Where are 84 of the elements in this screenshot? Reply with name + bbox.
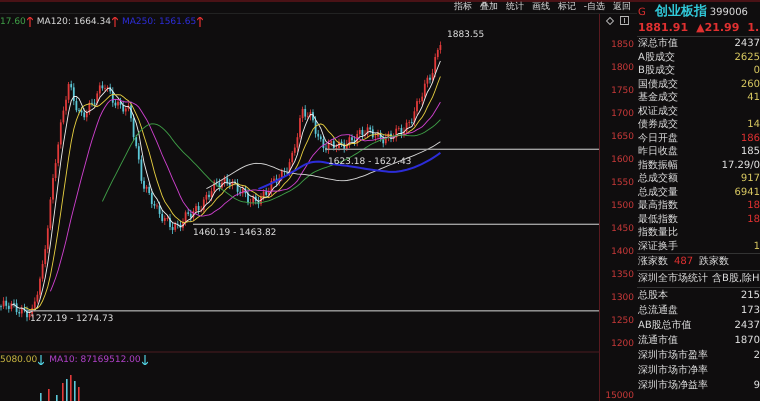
stat-value: 1870 [734,334,760,348]
indicator-value: MA120: 1664.34 [36,17,111,27]
index-name: 创业板指 [654,3,707,20]
indicator-value: MA250: 1561.65 [122,17,196,27]
stat-value: 9 [754,379,760,393]
toolbar-button[interactable]: 指标 [450,2,476,13]
price-change: ▲21.99 [696,21,740,34]
stat-label: 国债成交 [638,78,678,91]
stat-value: 0 [754,64,760,78]
axis-label: 1250 [611,316,634,326]
stat-value: 14 [747,118,760,132]
axis-label: 1700 [611,109,634,119]
stat-label: 深总市值 [638,37,678,50]
axis-label: 1650 [611,132,634,142]
stat-value: 17.29/0 [722,158,760,172]
toolbar-button[interactable]: 叠加 [476,2,502,13]
stat-label: 今日开盘 [638,132,678,145]
axis-label: 1400 [611,247,634,257]
stat-label: 最高指数 [638,199,678,212]
axis-label: 1350 [611,270,634,280]
stat-label: 债券成交 [638,118,678,132]
stat-label: 跌家数 [699,254,730,269]
stat-label: 深圳市场市净率 [638,364,708,378]
toolbar-button[interactable]: 统计 [502,2,528,13]
index-code: 399006 [710,7,748,18]
volume-indicator-value: MA10: 87169512.00 [49,355,141,365]
stat-label: 深圳市场净益率 [638,378,708,393]
stat-label: B股成交 [638,64,675,78]
section-note: 含B股,除H [712,272,760,286]
stat-value: 173 [740,304,760,318]
stat-value: 186 [740,132,760,145]
stat-label: 最低指数 [638,212,678,226]
stat-label: 总流通盘 [638,304,678,318]
axis-label: 1500 [611,201,634,211]
price-annotation: 1272.19 - 1274.73 [30,314,114,324]
stat-label: 流通市值 [638,334,678,348]
stat-label: 指数量比 [638,226,678,240]
axis-label: 1850 [611,40,634,50]
stat-label: 总成交额 [638,172,678,186]
axis-label: 1750 [611,86,634,96]
stat-label: 基金成交 [638,91,678,104]
price-annotation: 1460.19 - 1463.82 [193,228,276,238]
toolbar-button[interactable]: 画线 [528,2,554,13]
change-percent: 1. [747,21,760,34]
stat-label: 涨家数 [638,254,668,269]
price-annotation: 1883.55 [447,30,484,40]
stat-value: 18 [747,212,760,226]
stat-label: AB股总市值 [638,318,692,333]
stat-label: 深圳市场市盈率 [638,348,708,363]
stat-label: A股成交 [638,50,675,64]
volume-indicator-value: 5080.00 [0,355,38,365]
stat-label: 深证换手 [638,240,678,253]
stat-value: 260 [740,78,760,91]
axis-label: 15000 [605,391,634,401]
axis-label: 1450 [611,224,634,234]
stat-value: 6941 [734,186,760,199]
stat-value: 185 [740,145,760,158]
stat-value: 18 [747,199,760,212]
stat-label: 总成交量 [638,186,678,199]
section-title: 深圳全市场统计 [638,272,708,286]
stat-value: 917 [740,172,760,186]
stat-label: 总股本 [638,288,668,303]
advancers-count: 487 [674,255,694,269]
axis-label: 1800 [611,63,634,73]
toolbar-button[interactable]: 返回 [609,2,635,13]
stat-value: 2437 [734,37,760,50]
stat-label: 指数振幅 [638,158,678,172]
stat-label: 权证成交 [638,104,678,118]
stat-value: 2625 [734,50,760,64]
axis-label: 1550 [611,178,634,188]
indicator-value: 17.60 [0,17,26,27]
stat-value: 1 [754,240,760,253]
stat-value: 215 [740,289,760,303]
stat-value: 41 [747,91,760,104]
axis-label: 1300 [611,293,634,303]
quote-marker: G [638,7,646,18]
stat-value: 2 [754,349,760,363]
axis-label: 1200 [611,339,634,349]
stat-value: 2437 [734,319,760,333]
toolbar-button[interactable]: -自选 [580,2,609,13]
axis-label: 1600 [611,155,634,165]
toolbar-button[interactable]: 标记 [554,2,580,13]
last-price: 1881.91 [638,21,688,34]
stat-label: 昨日收盘 [638,145,678,158]
